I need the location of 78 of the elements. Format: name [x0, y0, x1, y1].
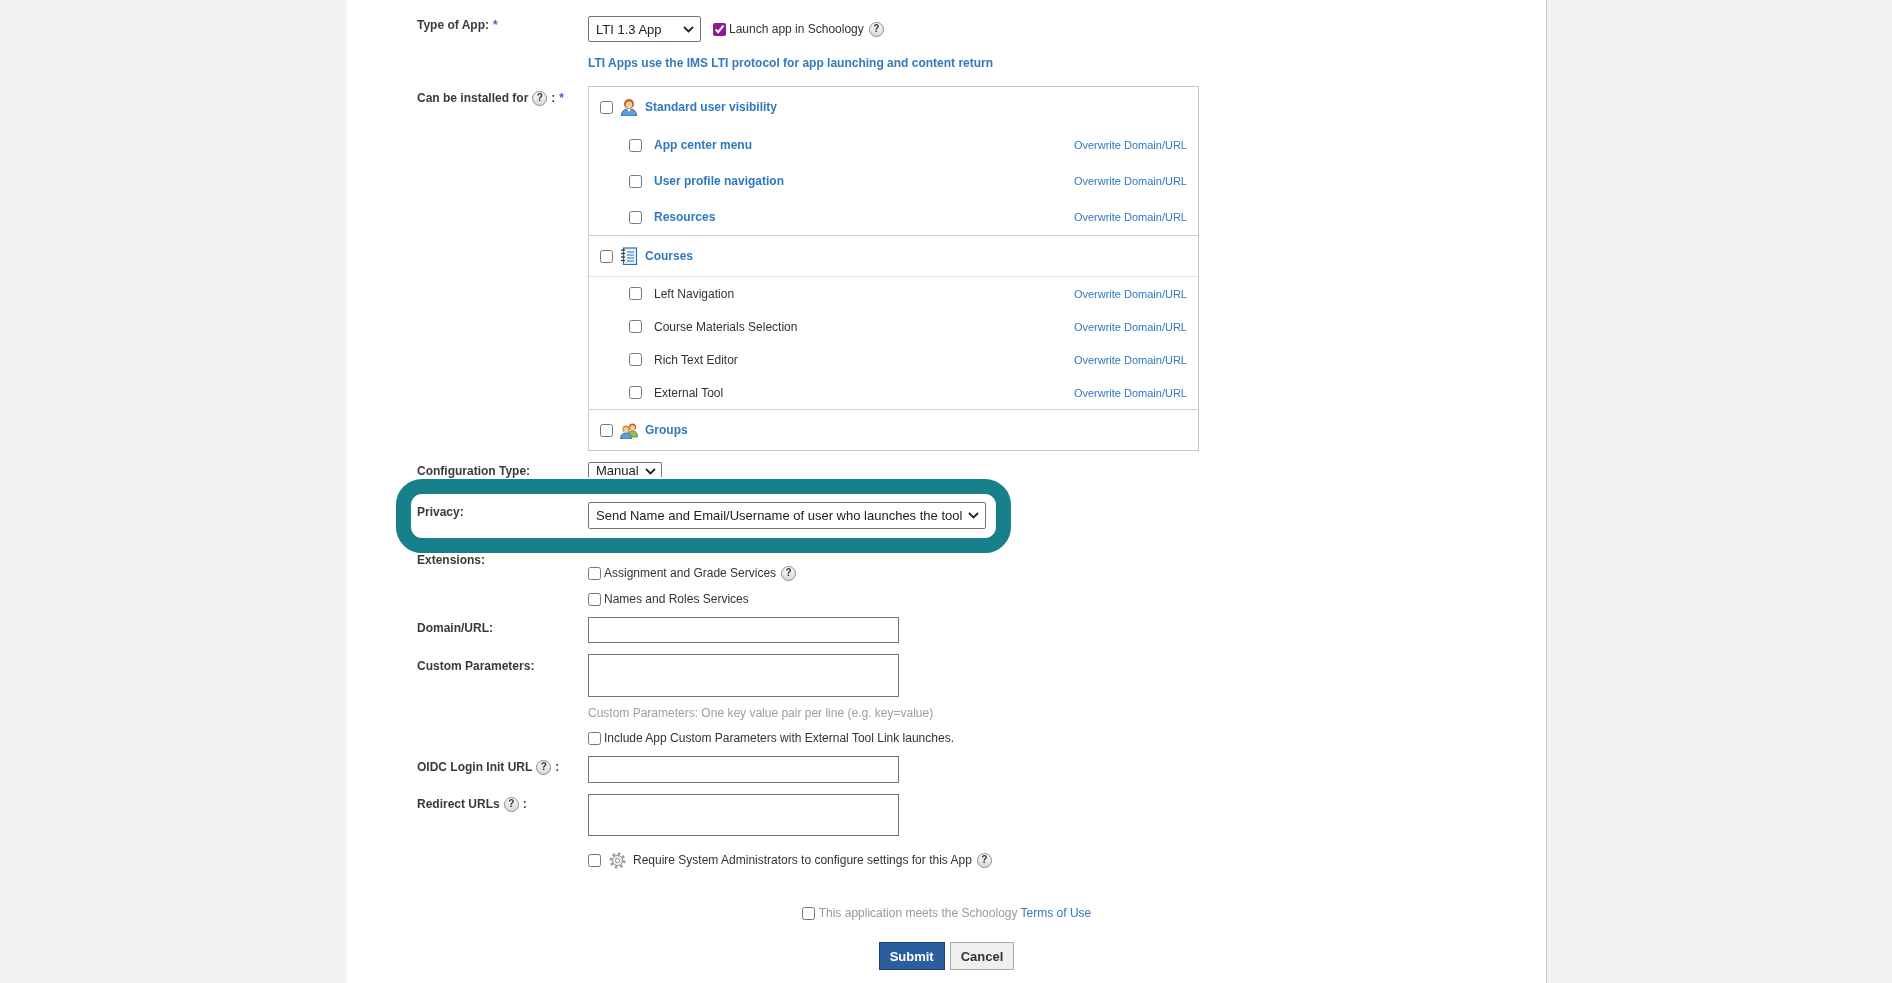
option-label: Left Navigation: [654, 286, 735, 301]
overwrite-link[interactable]: Overwrite Domain/URL: [1073, 353, 1187, 366]
field-label: Domain/URL:: [417, 621, 493, 635]
field-label: Privacy:: [417, 505, 464, 519]
option-checkbox[interactable]: [629, 174, 642, 188]
privacy-select[interactable]: Send Name and Email/Username of user who launches the tool: [588, 502, 986, 529]
notebook-icon: [620, 247, 638, 265]
help-icon[interactable]: ?: [503, 796, 519, 812]
checkbox-label: Assignment and Grade Services: [604, 566, 777, 580]
help-icon[interactable]: ?: [976, 852, 992, 868]
redirect-urls-input[interactable]: [588, 794, 899, 836]
field-label: Can be installed for: [417, 91, 529, 105]
field-label: OIDC Login Init URL: [417, 760, 533, 774]
option-link[interactable]: User profile navigation: [654, 174, 785, 188]
help-icon[interactable]: ?: [781, 565, 797, 581]
required-mark: *: [493, 18, 498, 32]
option-checkbox[interactable]: [629, 210, 642, 224]
user-icon: [620, 98, 638, 116]
overwrite-link[interactable]: Overwrite Domain/URL: [1073, 175, 1187, 187]
label-colon: :: [522, 797, 527, 811]
chevron-icon: [683, 25, 694, 33]
cancel-button[interactable]: Cancel: [949, 942, 1015, 970]
field-label: Custom Parameters:: [417, 659, 535, 673]
option-checkbox[interactable]: [629, 386, 642, 399]
extension-checkbox[interactable]: [588, 592, 601, 606]
chevron-icon: [644, 468, 656, 475]
option-label: External Tool: [654, 385, 724, 400]
terms-statement: This application meets the Schoology Terms of Use: [818, 906, 1092, 920]
custom-parameters-input[interactable]: [588, 654, 899, 697]
overwrite-link[interactable]: Overwrite Domain/URL: [1073, 139, 1187, 151]
include-checkbox[interactable]: [588, 731, 601, 745]
label-colon: :: [551, 91, 556, 105]
oidc-url-input[interactable]: [588, 756, 899, 783]
hint-text: Custom Parameters: One key value pair per line (e.g. key=value): [588, 705, 934, 721]
launch-checkbox[interactable]: [713, 22, 726, 36]
configuration-type-select[interactable]: Manual: [588, 462, 662, 477]
submit-button[interactable]: Submit: [878, 942, 945, 970]
label-colon: :: [555, 760, 560, 774]
option-link[interactable]: App center menu: [654, 138, 752, 152]
overwrite-link[interactable]: Overwrite Domain/URL: [1073, 386, 1187, 399]
field-label: Extensions:: [417, 553, 485, 567]
category-link[interactable]: Standard user visibility: [645, 100, 778, 114]
terms-link[interactable]: Terms of Use: [1020, 906, 1092, 920]
app-type-select[interactable]: LTI 1.3 App: [588, 16, 701, 42]
category-checkbox[interactable]: [600, 249, 613, 263]
admin-checkbox[interactable]: [588, 853, 601, 867]
checkbox-label: Launch app in Schoology: [729, 22, 864, 36]
category-checkbox[interactable]: [600, 100, 613, 114]
option-checkbox[interactable]: [629, 320, 642, 333]
overwrite-link[interactable]: Overwrite Domain/URL: [1073, 287, 1187, 300]
option-label: Rich Text Editor: [654, 352, 738, 367]
checkbox-label: Require System Administrators to configure settings for this App: [633, 853, 972, 867]
terms-checkbox[interactable]: [801, 906, 815, 920]
domain-url-input[interactable]: [588, 617, 899, 643]
chevron-icon: [968, 512, 980, 519]
field-label: Type of App:: [417, 18, 489, 32]
required-mark: *: [559, 91, 565, 105]
category-link[interactable]: Groups: [645, 423, 688, 437]
field-label: Configuration Type:: [417, 464, 531, 478]
category-link[interactable]: Courses: [645, 249, 694, 263]
gear-icon: [609, 851, 626, 869]
overwrite-link[interactable]: Overwrite Domain/URL: [1073, 320, 1187, 333]
field-label: Redirect URLs: [417, 797, 500, 811]
protocol-info-link[interactable]: LTI Apps use the IMS LTI protocol for app launching and content return: [588, 55, 994, 71]
help-icon[interactable]: ?: [536, 759, 552, 775]
option-label: Course Materials Selection: [654, 319, 798, 334]
option-checkbox[interactable]: [629, 353, 642, 366]
checkbox-label: Include App Custom Parameters with External Tool Link launches.: [604, 731, 954, 745]
overwrite-link[interactable]: Overwrite Domain/URL: [1073, 211, 1187, 223]
extension-checkbox[interactable]: [588, 566, 601, 580]
option-link[interactable]: Resources: [654, 210, 716, 224]
help-icon[interactable]: ?: [532, 90, 548, 106]
people-icon: [620, 421, 638, 439]
option-checkbox[interactable]: [629, 138, 642, 152]
checkbox-label: Names and Roles Services: [604, 592, 749, 606]
help-icon[interactable]: ?: [868, 21, 884, 37]
option-checkbox[interactable]: [629, 287, 642, 300]
category-checkbox[interactable]: [600, 423, 613, 437]
